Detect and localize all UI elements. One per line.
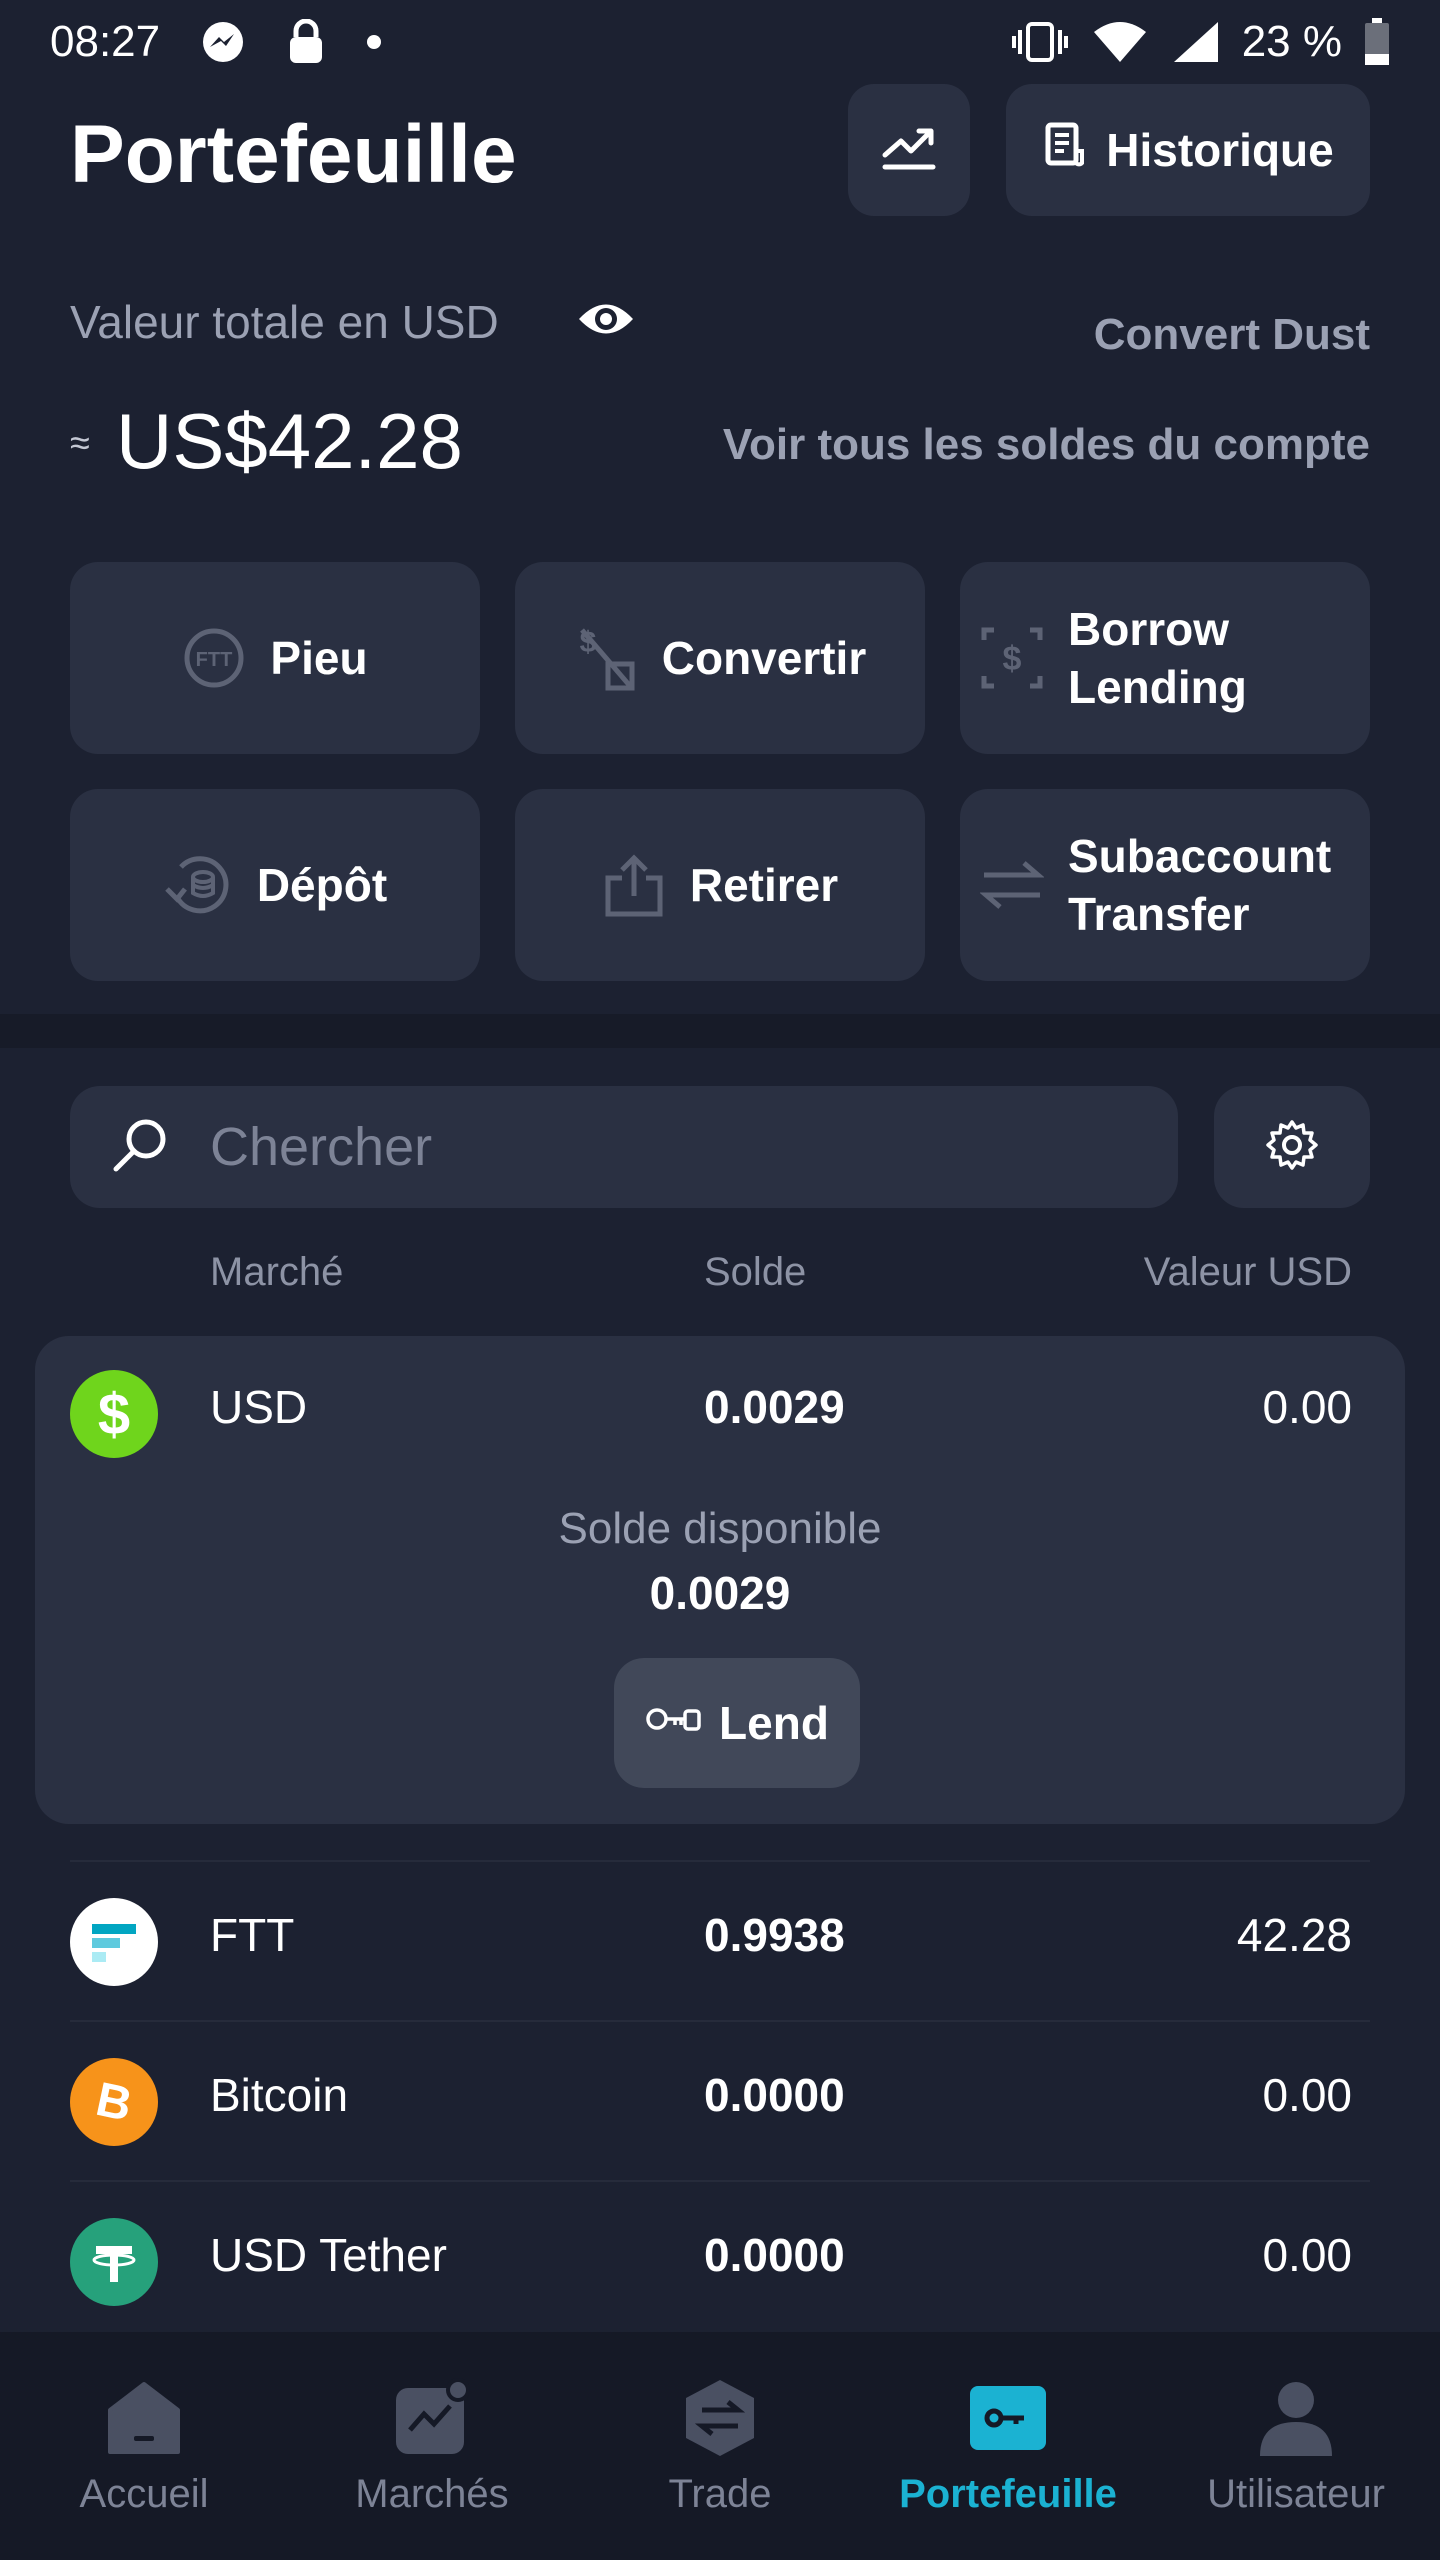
nav-trade[interactable]: Trade <box>576 2332 864 2560</box>
available-balance-value: 0.0029 <box>649 1567 791 1619</box>
svg-text:$: $ <box>1003 640 1022 678</box>
wallet-icon <box>968 2378 1048 2458</box>
convert-dust-link[interactable]: Convert Dust <box>1094 310 1370 360</box>
transfer-icon <box>980 857 1044 913</box>
receipt-icon <box>1042 121 1085 180</box>
nav-trade-label: Trade <box>668 2472 772 2516</box>
gear-icon <box>1266 1119 1318 1176</box>
status-time: 08:27 <box>50 17 161 66</box>
asset-name: USD Tether <box>210 2229 447 2281</box>
markets-icon <box>392 2378 472 2458</box>
ftt-coin-icon <box>70 1898 158 1986</box>
vpn-lock-icon <box>286 19 326 65</box>
search-input[interactable] <box>210 1116 1110 1178</box>
subaccount-transfer-label: Subaccount Transfer <box>1068 827 1331 943</box>
svg-text:$: $ <box>579 626 596 659</box>
user-icon <box>1256 2378 1336 2458</box>
chart-button[interactable] <box>848 84 970 216</box>
withdraw-icon <box>602 852 666 918</box>
battery-icon <box>1364 18 1390 66</box>
nav-user[interactable]: Utilisateur <box>1152 2332 1440 2560</box>
tether-icon <box>70 2218 158 2306</box>
usd-coin-icon: $ <box>70 1370 158 1458</box>
column-header-market: Marché <box>210 1250 344 1294</box>
search-box[interactable] <box>70 1086 1178 1208</box>
borrow-icon: $ <box>980 626 1044 690</box>
section-divider <box>0 1014 1440 1048</box>
column-header-usd-value: Valeur USD <box>1143 1250 1352 1294</box>
asset-name: USD <box>210 1381 308 1433</box>
eye-icon[interactable] <box>576 292 636 351</box>
borrow-lending-label: Borrow Lending <box>1068 600 1247 716</box>
row-divider <box>70 2020 1370 2022</box>
convert-icon: $ <box>574 624 638 692</box>
deposit-icon <box>163 853 233 917</box>
withdraw-button[interactable]: Retirer <box>515 789 925 981</box>
convert-label: Convertir <box>661 632 867 684</box>
asset-balance: 0.0029 <box>704 1381 845 1433</box>
row-divider <box>70 2180 1370 2182</box>
nav-wallet[interactable]: Portefeuille <box>864 2332 1152 2560</box>
asset-name: Bitcoin <box>210 2069 349 2121</box>
settings-button[interactable] <box>1214 1086 1370 1208</box>
asset-balance: 0.9938 <box>704 1909 845 1961</box>
deposit-label: Dépôt <box>256 859 388 911</box>
borrow-label-line2: Lending <box>1068 661 1247 713</box>
nav-markets-label: Marchés <box>355 2472 509 2516</box>
history-button[interactable]: Historique <box>1006 84 1370 216</box>
stake-label: Pieu <box>270 632 368 684</box>
asset-name: FTT <box>210 1909 295 1961</box>
svg-text:B: B <box>91 2073 136 2132</box>
withdraw-label: Retirer <box>689 859 839 911</box>
transfer-label-line2: Transfer <box>1068 888 1250 940</box>
vibrate-icon <box>1010 20 1070 64</box>
total-value-label: Valeur totale en USD <box>70 296 499 348</box>
key-hand-icon <box>645 1696 701 1750</box>
asset-usd-value: 42.28 <box>1236 1909 1352 1961</box>
total-value: US$42.28 <box>116 397 463 485</box>
row-divider <box>70 1860 1370 1862</box>
trade-icon <box>680 2378 760 2458</box>
home-icon <box>104 2378 184 2458</box>
history-label: Historique <box>1106 124 1334 176</box>
all-balances-link[interactable]: Voir tous les soldes du compte <box>723 420 1370 470</box>
svg-text:$: $ <box>98 1382 130 1446</box>
asset-balance: 0.0000 <box>704 2229 845 2281</box>
messenger-icon <box>200 19 246 65</box>
convert-button[interactable]: $ Convertir <box>515 562 925 754</box>
borrow-label-line1: Borrow <box>1068 603 1229 655</box>
nav-home-label: Accueil <box>79 2472 209 2516</box>
deposit-button[interactable]: Dépôt <box>70 789 480 981</box>
asset-usd-value: 0.00 <box>1262 1381 1352 1433</box>
nav-user-label: Utilisateur <box>1207 2472 1385 2516</box>
svg-text:FTT: FTT <box>196 649 233 671</box>
bitcoin-icon: B <box>70 2058 158 2146</box>
wifi-icon <box>1092 20 1148 64</box>
borrow-lending-button[interactable]: $ Borrow Lending <box>960 562 1370 754</box>
signal-icon <box>1170 20 1220 64</box>
trend-chart-icon <box>881 125 937 176</box>
asset-balance: 0.0000 <box>704 2069 845 2121</box>
status-bar: 08:27 23 % <box>0 0 1440 84</box>
page-title: Portefeuille <box>70 109 517 200</box>
nav-wallet-label: Portefeuille <box>899 2472 1117 2516</box>
nav-markets[interactable]: Marchés <box>288 2332 576 2560</box>
subaccount-transfer-button[interactable]: Subaccount Transfer <box>960 789 1370 981</box>
asset-usd-value: 0.00 <box>1262 2229 1352 2281</box>
battery-percent: 23 % <box>1241 17 1342 66</box>
approx-symbol: ≈ <box>70 422 90 463</box>
column-header-balance: Solde <box>704 1250 807 1294</box>
ftt-stake-icon: FTT <box>182 626 246 690</box>
stake-button[interactable]: FTT Pieu <box>70 562 480 754</box>
available-balance-label: Solde disponible <box>558 1504 882 1553</box>
transfer-label-line1: Subaccount <box>1068 830 1332 882</box>
asset-usd-value: 0.00 <box>1262 2069 1352 2121</box>
bottom-nav: Accueil Marchés Trade Portefeuille Utili… <box>0 2332 1440 2560</box>
lend-button[interactable]: Lend <box>614 1658 860 1788</box>
search-icon <box>110 1115 170 1180</box>
lend-label: Lend <box>719 1697 829 1749</box>
nav-home[interactable]: Accueil <box>0 2332 288 2560</box>
dot-icon <box>366 34 382 50</box>
